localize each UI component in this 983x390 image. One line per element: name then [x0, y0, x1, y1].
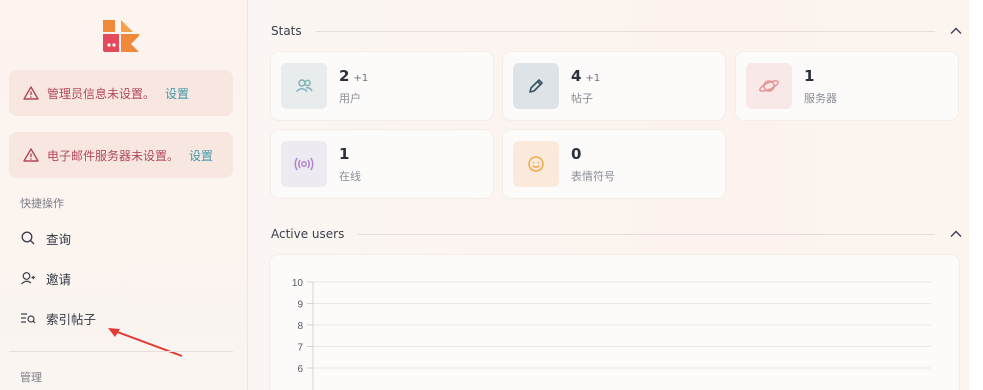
collapse-chevron-icon[interactable]	[949, 24, 963, 38]
nav-label: 邀请	[46, 271, 72, 287]
stat-value: 4 +1	[571, 67, 600, 85]
stat-delta: +1	[585, 73, 601, 84]
stat-label: 用户	[339, 92, 361, 105]
stat-card-servers[interactable]: 1 服务器	[736, 52, 958, 120]
stat-card-posts[interactable]: 4 +1 帖子	[503, 52, 725, 120]
stat-value: 2 +1	[339, 67, 368, 85]
stat-icon-box	[746, 63, 792, 109]
stat-number: 4	[571, 67, 582, 85]
sidebar-divider	[9, 351, 233, 352]
invite-user-icon	[21, 272, 35, 285]
stat-label: 服务器	[804, 92, 837, 105]
stat-label: 表情符号	[571, 170, 615, 183]
active-users-title: Active users	[271, 227, 345, 241]
chart-canvas: 10 9 8 7 6	[292, 278, 931, 390]
stat-icon-box	[281, 63, 327, 109]
planet-icon	[759, 80, 779, 92]
active-users-chart: 10 9 8 7 6	[270, 255, 959, 390]
stat-card-emoji[interactable]: 0 表情符号	[503, 130, 725, 198]
stat-number: 1	[804, 67, 815, 85]
email-server-alert: 电子邮件服务器未设置。 设置	[9, 132, 233, 178]
admin-info-alert: 管理员信息未设置。 设置	[9, 70, 233, 116]
stat-number: 0	[571, 145, 582, 163]
y-tick-label: 6	[297, 364, 303, 375]
search-icon	[21, 231, 35, 245]
scrollbar-track[interactable]	[969, 0, 983, 390]
y-tick-label: 10	[292, 278, 304, 289]
warning-icon	[23, 86, 39, 100]
stat-card-users[interactable]: 2 +1 用户	[271, 52, 493, 120]
stat-label: 帖子	[571, 92, 593, 105]
admin-settings-link[interactable]: 设置	[165, 85, 189, 102]
nav-search[interactable]: 查询	[20, 227, 71, 249]
app-logo	[103, 20, 139, 52]
active-users-header: Active users	[271, 224, 963, 244]
main-content: Stats 2 +1 用户 4 +1 帖子 1 服务器 1 在线 0 表情符号 …	[249, 0, 983, 390]
nav-invite[interactable]: 邀请	[20, 267, 71, 289]
stats-header: Stats	[271, 21, 963, 41]
y-tick-label: 7	[297, 343, 303, 354]
nav-label: 查询	[46, 231, 72, 247]
users-icon	[295, 79, 313, 93]
stat-value: 0	[571, 145, 581, 163]
stat-delta: +1	[353, 73, 369, 84]
alert-text: 电子邮件服务器未设置。	[47, 148, 180, 163]
smile-icon	[528, 156, 544, 172]
warning-icon	[23, 148, 39, 162]
stats-title: Stats	[271, 24, 302, 38]
manage-label: 管理	[20, 371, 42, 384]
sidebar: 管理员信息未设置。 设置 电子邮件服务器未设置。 设置 快捷操作 查询 邀请 索…	[0, 0, 248, 390]
nav-index-posts[interactable]: 索引帖子	[20, 307, 96, 329]
broadcast-icon	[294, 157, 314, 171]
stat-card-online[interactable]: 1 在线	[271, 130, 493, 198]
alert-text: 管理员信息未设置。	[47, 86, 156, 101]
collapse-chevron-icon[interactable]	[949, 227, 963, 241]
stat-value: 1	[804, 67, 814, 85]
red-annotation-arrow	[108, 328, 183, 357]
quick-actions-label: 快捷操作	[20, 197, 64, 210]
email-settings-link[interactable]: 设置	[189, 147, 213, 164]
index-posts-icon	[21, 313, 36, 324]
y-tick-label: 8	[297, 321, 303, 332]
stat-number: 2	[339, 67, 350, 85]
stat-number: 1	[339, 145, 350, 163]
pencil-icon	[529, 79, 543, 93]
stat-icon-box	[281, 141, 327, 187]
y-tick-label: 9	[297, 300, 303, 311]
header-rule	[315, 30, 935, 32]
stat-label: 在线	[339, 170, 361, 183]
stat-icon-box	[513, 63, 559, 109]
stat-icon-box	[513, 141, 559, 187]
nav-label: 索引帖子	[46, 311, 97, 327]
stat-value: 1	[339, 145, 349, 163]
header-rule	[358, 233, 935, 235]
